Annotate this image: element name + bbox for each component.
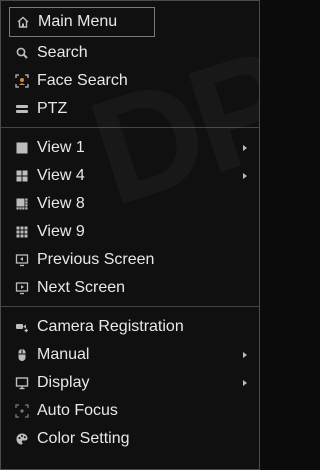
menu-item-label: Color Setting bbox=[37, 430, 130, 447]
menu-item-ptz[interactable]: PTZ bbox=[1, 95, 259, 123]
menu-group-views: View 1 View 4 View 8 View 9 Previous Scr… bbox=[1, 127, 259, 302]
menu-item-view-4[interactable]: View 4 bbox=[1, 162, 259, 190]
menu-item-previous-screen[interactable]: Previous Screen bbox=[1, 246, 259, 274]
menu-item-auto-focus[interactable]: Auto Focus bbox=[1, 397, 259, 425]
menu-item-label: View 8 bbox=[37, 195, 85, 212]
home-icon bbox=[16, 15, 30, 29]
menu-item-next-screen[interactable]: Next Screen bbox=[1, 274, 259, 302]
menu-item-label: Display bbox=[37, 374, 90, 391]
menu-group-settings: Camera Registration Manual Display Auto … bbox=[1, 306, 259, 453]
menu-item-label: Search bbox=[37, 44, 88, 61]
color-setting-icon bbox=[15, 432, 29, 446]
submenu-arrow-icon bbox=[243, 173, 247, 179]
menu-item-view-1[interactable]: View 1 bbox=[1, 134, 259, 162]
face-search-icon bbox=[15, 74, 29, 88]
submenu-arrow-icon bbox=[243, 352, 247, 358]
menu-item-label: View 1 bbox=[37, 139, 85, 156]
menu-item-label: View 9 bbox=[37, 223, 85, 240]
menu-item-view-8[interactable]: View 8 bbox=[1, 190, 259, 218]
previous-screen-icon bbox=[15, 253, 29, 267]
menu-item-search[interactable]: Search bbox=[1, 39, 259, 67]
menu-item-view-9[interactable]: View 9 bbox=[1, 218, 259, 246]
menu-item-label: Face Search bbox=[37, 72, 128, 89]
auto-focus-icon bbox=[15, 404, 29, 418]
camera-registration-icon bbox=[15, 320, 29, 334]
submenu-arrow-icon bbox=[243, 145, 247, 151]
manual-icon bbox=[15, 348, 29, 362]
view1-icon bbox=[15, 141, 29, 155]
menu-group-navigation: Main Menu Search Face Search PTZ bbox=[1, 1, 259, 123]
menu-item-label: Camera Registration bbox=[37, 318, 184, 335]
menu-item-label: View 4 bbox=[37, 167, 85, 184]
submenu-arrow-icon bbox=[243, 380, 247, 386]
menu-item-label: Auto Focus bbox=[37, 402, 118, 419]
menu-item-label: Manual bbox=[37, 346, 90, 363]
menu-item-label: PTZ bbox=[37, 100, 68, 117]
menu-item-main-menu[interactable]: Main Menu bbox=[9, 7, 155, 37]
menu-item-display[interactable]: Display bbox=[1, 369, 259, 397]
menu-item-manual[interactable]: Manual bbox=[1, 341, 259, 369]
menu-item-label: Next Screen bbox=[37, 279, 126, 296]
next-screen-icon bbox=[15, 281, 29, 295]
view4-icon bbox=[15, 169, 29, 183]
menu-item-camera-registration[interactable]: Camera Registration bbox=[1, 313, 259, 341]
display-icon bbox=[15, 376, 29, 390]
menu-item-label: Main Menu bbox=[38, 13, 118, 30]
context-menu: DP Main Menu Search Face Search PTZ bbox=[0, 0, 260, 470]
ptz-icon bbox=[15, 102, 29, 116]
view9-icon bbox=[15, 225, 29, 239]
menu-item-face-search[interactable]: Face Search bbox=[1, 67, 259, 95]
view8-icon bbox=[15, 197, 29, 211]
menu-item-color-setting[interactable]: Color Setting bbox=[1, 425, 259, 453]
menu-item-label: Previous Screen bbox=[37, 251, 155, 268]
search-icon bbox=[15, 46, 29, 60]
